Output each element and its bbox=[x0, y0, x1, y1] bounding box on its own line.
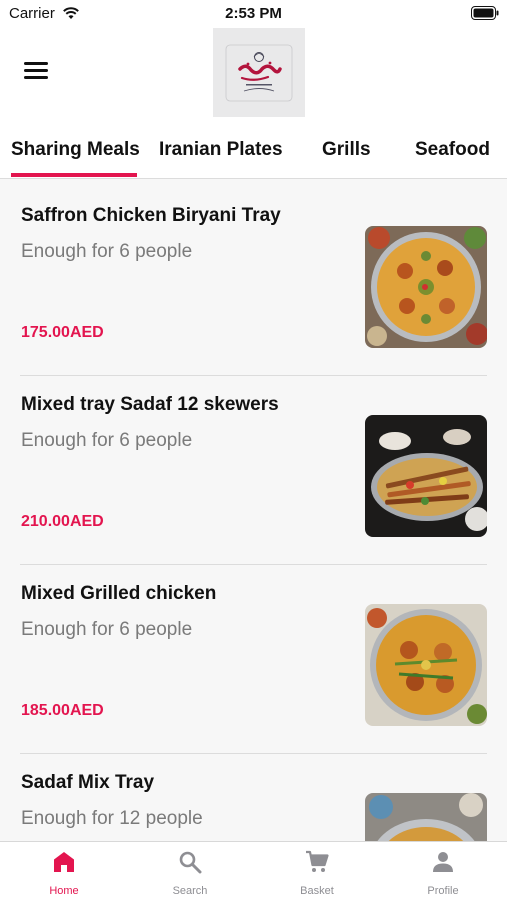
item-title: Mixed Grilled chicken bbox=[21, 583, 217, 604]
profile-icon bbox=[433, 852, 453, 872]
item-description: Enough for 12 people bbox=[21, 808, 203, 829]
item-image[interactable] bbox=[365, 226, 487, 348]
battery-icon bbox=[471, 6, 499, 20]
menu-icon[interactable] bbox=[24, 62, 48, 82]
cart-icon bbox=[306, 850, 329, 872]
menu-item-card[interactable]: Sadaf Mix Tray Enough for 12 people bbox=[0, 746, 507, 841]
search-icon bbox=[179, 851, 202, 874]
item-title: Saffron Chicken Biryani Tray bbox=[21, 205, 281, 226]
item-price: 210.00AED bbox=[21, 513, 104, 530]
tab-iranian-plates[interactable]: Iranian Plates bbox=[159, 139, 283, 161]
tab-basket-label: Basket bbox=[300, 885, 334, 897]
item-title: Sadaf Mix Tray bbox=[21, 772, 155, 793]
category-tabs: Sharing Meals Iranian Plates Grills Seaf… bbox=[0, 120, 507, 179]
menu-item-card[interactable]: Mixed Grilled chicken Enough for 6 peopl… bbox=[0, 557, 507, 754]
tab-profile-label: Profile bbox=[427, 885, 459, 897]
menu-item-card[interactable]: Saffron Chicken Biryani Tray Enough for … bbox=[0, 179, 507, 376]
menu-list[interactable]: Saffron Chicken Biryani Tray Enough for … bbox=[0, 179, 507, 841]
active-tab-indicator bbox=[11, 173, 137, 177]
item-description: Enough for 6 people bbox=[21, 619, 193, 640]
menu-item-card[interactable]: Mixed tray Sadaf 12 skewers Enough for 6… bbox=[0, 368, 507, 565]
tab-home-label: Home bbox=[49, 885, 79, 897]
tab-basket[interactable]: Basket bbox=[254, 842, 380, 901]
item-image[interactable] bbox=[365, 604, 487, 726]
item-image[interactable] bbox=[365, 793, 487, 841]
sadaf-restaurant-logo bbox=[225, 44, 293, 101]
item-description: Enough for 6 people bbox=[21, 430, 193, 451]
item-title: Mixed tray Sadaf 12 skewers bbox=[21, 394, 279, 415]
tab-profile[interactable]: Profile bbox=[380, 842, 506, 901]
item-price: 175.00AED bbox=[21, 324, 104, 341]
item-description: Enough for 6 people bbox=[21, 241, 193, 262]
home-icon bbox=[54, 852, 74, 872]
tab-grills[interactable]: Grills bbox=[322, 139, 371, 161]
status-bar: Carrier 2:53 PM bbox=[0, 0, 507, 28]
tab-sharing-meals[interactable]: Sharing Meals bbox=[11, 139, 140, 161]
tab-seafood[interactable]: Seafood bbox=[415, 139, 490, 161]
restaurant-logo bbox=[213, 28, 305, 117]
status-time: 2:53 PM bbox=[225, 5, 282, 22]
item-price: 185.00AED bbox=[21, 702, 104, 719]
bottom-tab-bar: Home Search Basket Profile bbox=[0, 841, 507, 901]
tab-home[interactable]: Home bbox=[1, 842, 127, 901]
tab-search-label: Search bbox=[172, 885, 208, 897]
nav-bar bbox=[0, 28, 507, 120]
item-image[interactable] bbox=[365, 415, 487, 537]
tab-search[interactable]: Search bbox=[127, 842, 253, 901]
